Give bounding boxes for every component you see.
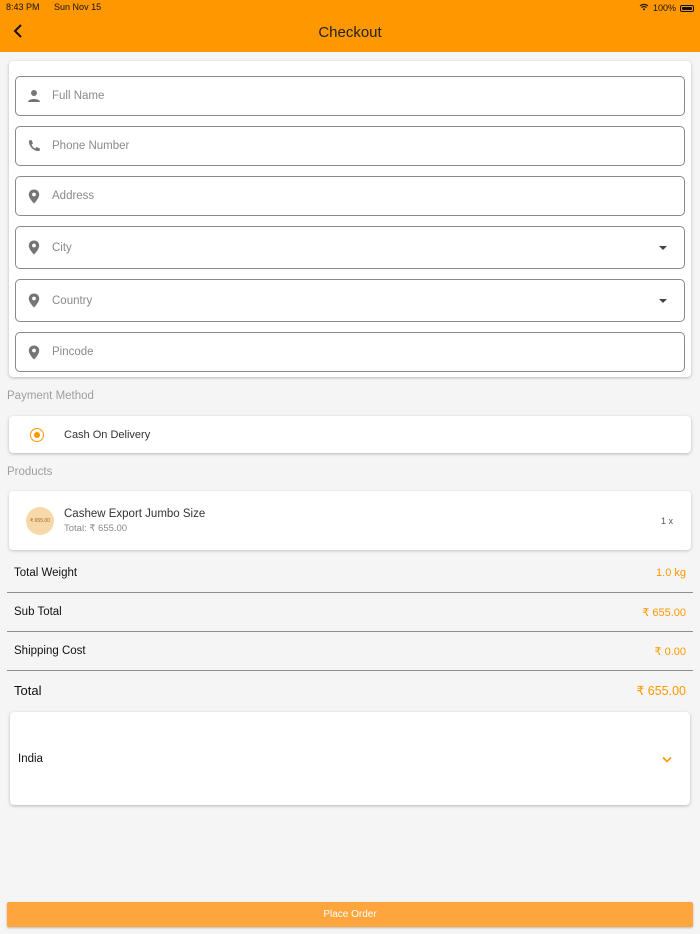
full-name-placeholder: Full Name <box>52 90 105 102</box>
chevron-down-icon <box>662 750 672 768</box>
phone-number-placeholder: Phone Number <box>52 140 130 152</box>
total-label: Total <box>14 683 42 698</box>
phone-number-field[interactable]: Phone Number <box>15 126 685 166</box>
place-order-button[interactable]: Place Order <box>7 902 693 927</box>
total-value: ₹ 655.00 <box>636 684 686 698</box>
page-title: Checkout <box>318 24 382 41</box>
city-dropdown[interactable]: City <box>15 226 685 269</box>
full-name-field[interactable]: Full Name <box>15 76 685 116</box>
battery-icon <box>680 4 694 12</box>
city-placeholder: City <box>52 241 72 254</box>
caret-down-icon <box>648 245 678 251</box>
location-pin-icon <box>19 293 49 308</box>
country-dropdown[interactable]: Country <box>15 279 685 322</box>
location-pin-icon <box>19 345 49 360</box>
pincode-field[interactable]: Pincode <box>15 332 685 372</box>
total-weight-label: Total Weight <box>14 567 78 579</box>
summary-sub-total: Sub Total ₹ 655.00 <box>7 593 693 632</box>
country-placeholder: Country <box>52 294 93 307</box>
sub-total-value: ₹ 655.00 <box>642 606 686 619</box>
sub-total-label: Sub Total <box>14 606 62 618</box>
address-placeholder: Address <box>52 190 95 202</box>
shipping-cost-value: ₹ 0.00 <box>654 645 686 658</box>
status-bar: 8:43 PM Sun Nov 15 100% <box>6 2 694 14</box>
location-pin-icon <box>19 240 49 255</box>
status-date: Sun Nov 15 <box>54 2 102 12</box>
battery-percent: 100% <box>652 3 676 13</box>
product-thumbnail: ₹ 655.00 <box>26 507 54 535</box>
product-item: ₹ 655.00 Cashew Export Jumbo Size Total:… <box>9 491 691 550</box>
person-icon <box>19 89 49 103</box>
payment-method-heading: Payment Method <box>7 390 94 402</box>
country-selector[interactable]: India <box>10 712 690 805</box>
summary-total-weight: Total Weight 1.0 kg <box>7 554 693 593</box>
summary-shipping-cost: Shipping Cost ₹ 0.00 <box>7 632 693 671</box>
address-form-card: Full Name Phone Number Address City Coun… <box>9 61 691 377</box>
caret-down-icon <box>648 298 678 304</box>
radio-button-selected[interactable] <box>30 427 44 442</box>
location-pin-icon <box>19 189 49 204</box>
app-bar: 8:43 PM Sun Nov 15 100% Checkout <box>0 0 700 52</box>
payment-option-cod[interactable]: Cash On Delivery <box>9 416 691 453</box>
total-weight-value: 1.0 kg <box>656 567 686 579</box>
products-heading: Products <box>7 466 53 478</box>
payment-option-label: Cash On Delivery <box>64 428 151 441</box>
selected-country: India <box>18 752 43 765</box>
wifi-icon <box>639 3 649 13</box>
shipping-cost-label: Shipping Cost <box>14 645 86 657</box>
summary-total: Total ₹ 655.00 <box>7 671 693 710</box>
address-field[interactable]: Address <box>15 176 685 216</box>
pincode-placeholder: Pincode <box>52 346 94 358</box>
product-name: Cashew Export Jumbo Size <box>64 508 206 520</box>
status-time: 8:43 PM <box>6 2 40 12</box>
phone-icon <box>19 139 49 153</box>
product-quantity: 1 x <box>660 516 673 526</box>
product-total: Total: ₹ 655.00 <box>64 523 128 534</box>
